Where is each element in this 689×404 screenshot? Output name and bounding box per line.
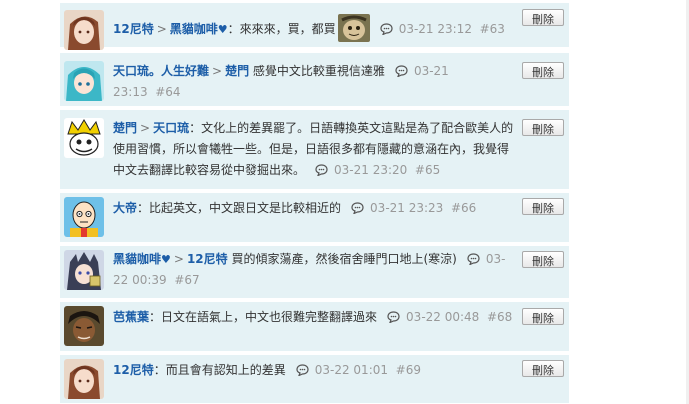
delete-button[interactable]: 刪除 <box>522 198 564 215</box>
comment-author[interactable]: 天口琉。人生好難 <box>113 64 209 78</box>
comment-time: 03-21 <box>413 64 449 78</box>
delete-button[interactable]: 刪除 <box>522 251 564 268</box>
comment-time: 03- <box>485 252 506 266</box>
floor-number[interactable]: #67 <box>174 273 199 287</box>
comment-text: 而且會有認知上的差異 <box>165 363 286 377</box>
comment-time: 03-21 23:23 <box>370 201 444 215</box>
comment-author[interactable]: 黑貓咖啡 <box>113 252 161 266</box>
comment-body: 12尼特：而且會有認知上的差異 03-22 01:01 #69 <box>113 360 516 381</box>
comment-time: 03-22 01:01 <box>314 363 388 377</box>
floor-number[interactable]: #66 <box>451 201 476 215</box>
separator: ： <box>153 363 166 377</box>
heart-icon: ♥ <box>161 253 171 266</box>
delete-button[interactable]: 刪除 <box>522 62 564 79</box>
reply-target[interactable]: 黑貓咖啡 <box>170 22 218 36</box>
comment-text: 日文在語氣上，中文也很難完整翻譯過來 <box>161 310 378 324</box>
comment-body: 天口琉。人生好難 > 楚門 感覺中文比較重視信達雅 03-21 23:13 #64 <box>113 61 516 103</box>
speech-bubble-icon[interactable] <box>296 364 309 376</box>
delete-button[interactable]: 刪除 <box>522 360 564 377</box>
separator: ： <box>189 121 202 135</box>
separator: ： <box>149 310 162 324</box>
comment-body: 黑貓咖啡♥ >12尼特 買的傾家蕩產，然後宿舍睡門口地上(寒涼) 03- 22 00:… <box>113 249 516 291</box>
floor-number[interactable]: #63 <box>480 22 505 36</box>
comment-64: 天口琉。人生好難 > 楚門 感覺中文比較重視信達雅 03-21 23:13 #64 刪除 <box>60 53 569 107</box>
heart-icon: ♥ <box>217 23 228 36</box>
comment-text: 買的傾家蕩產，然後宿舍睡門口地上(寒涼) <box>231 252 457 266</box>
speech-bubble-icon[interactable] <box>351 202 364 214</box>
speech-bubble-icon[interactable] <box>395 65 408 77</box>
floor-number[interactable]: #64 <box>155 85 180 99</box>
comment-body: 楚門 > 天口琉：文化上的差異罷了。日語轉換英文這點是為了配合歐美人的使用習慣，所以… <box>113 118 516 181</box>
comment-body: 大帝：比起英文，中文跟日文是比較相近的 03-21 23:23 #66 <box>113 198 516 219</box>
reply-arrow: > <box>173 252 184 266</box>
sticker-image <box>337 14 370 42</box>
avatar-dadi[interactable] <box>64 197 104 237</box>
reply-target[interactable]: 天口琉 <box>153 121 189 135</box>
avatar-tiankouliu[interactable] <box>64 61 104 101</box>
delete-button[interactable]: 刪除 <box>522 308 564 325</box>
delete-button[interactable]: 刪除 <box>522 9 564 26</box>
avatar-bajiaoye[interactable] <box>64 306 104 346</box>
comment-text: 比起英文，中文跟日文是比較相近的 <box>149 201 342 215</box>
comment-author[interactable]: 12尼特 <box>113 22 154 36</box>
reply-arrow: > <box>212 64 223 78</box>
comment-65: 楚門 > 天口琉：文化上的差異罷了。日語轉換英文這點是為了配合歐美人的使用習慣，所以… <box>60 110 569 190</box>
comment-63: 12尼特 > 黑貓咖啡♥：來來來，買，都買 03-21 23:12 #63 刪除 <box>60 3 569 50</box>
reply-arrow: > <box>156 22 167 36</box>
floor-number[interactable]: #65 <box>415 163 440 177</box>
comment-time-cont: 23:13 <box>113 85 148 99</box>
speech-bubble-icon[interactable] <box>315 164 328 176</box>
comment-body: 芭蕉葉：日文在語氣上，中文也很難完整翻譯過來 03-22 00:48 #68 <box>113 307 516 328</box>
reply-arrow: > <box>140 121 151 135</box>
comment-69: 12尼特：而且會有認知上的差異 03-22 01:01 #69 刪除 <box>60 355 569 404</box>
comment-author[interactable]: 芭蕉葉 <box>113 310 149 324</box>
comment-68: 芭蕉葉：日文在語氣上，中文也很難完整翻譯過來 03-22 00:48 #68 刪除 <box>60 302 569 352</box>
comment-text: 感覺中文比較重視信達雅 <box>252 64 385 78</box>
avatar-heimao[interactable] <box>64 250 104 290</box>
avatar-12nit[interactable] <box>64 359 104 399</box>
reply-target[interactable]: 楚門 <box>225 64 249 78</box>
comment-author[interactable]: 楚門 <box>113 121 137 135</box>
comment-author[interactable]: 大帝 <box>113 201 137 215</box>
delete-button[interactable]: 刪除 <box>522 119 564 136</box>
speech-bubble-icon[interactable] <box>467 253 480 265</box>
speech-bubble-icon[interactable] <box>380 23 393 35</box>
comment-text: 來來來，買，都買 <box>239 22 336 36</box>
reply-target[interactable]: 12尼特 <box>187 252 228 266</box>
comment-time: 03-21 23:12 <box>398 22 472 36</box>
comment-author[interactable]: 12尼特 <box>113 363 154 377</box>
comment-body: 12尼特 > 黑貓咖啡♥：來來來，買，都買 03-21 23:12 #63 <box>113 14 516 42</box>
floor-number[interactable]: #69 <box>396 363 421 377</box>
floor-number[interactable]: #68 <box>487 310 512 324</box>
speech-bubble-icon[interactable] <box>387 311 400 323</box>
comment-66: 大帝：比起英文，中文跟日文是比較相近的 03-21 23:23 #66 刪除 <box>60 193 569 243</box>
comment-67: 黑貓咖啡♥ >12尼特 買的傾家蕩產，然後宿舍睡門口地上(寒涼) 03- 22 00:… <box>60 246 569 299</box>
comment-time-cont: 22 00:39 <box>113 273 167 287</box>
avatar-12nit[interactable] <box>64 10 104 50</box>
avatar-chumen[interactable] <box>64 118 104 158</box>
separator: ： <box>137 201 150 215</box>
comment-time: 03-22 00:48 <box>406 310 480 324</box>
separator: ： <box>227 22 240 36</box>
comment-time: 03-21 23:20 <box>334 163 408 177</box>
